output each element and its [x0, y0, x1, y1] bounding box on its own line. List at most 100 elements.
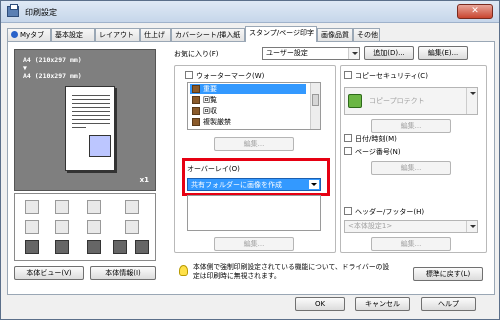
chevron-down-icon [466, 221, 477, 232]
header-footer-select[interactable]: <本体設定1> [344, 220, 478, 233]
tray-icon [25, 200, 39, 214]
tab-finishing[interactable]: 仕上げ [140, 28, 171, 41]
text-line [72, 115, 110, 116]
watermark-edit-button[interactable]: 編集... [214, 137, 294, 151]
printer-view-button[interactable]: 本体ビュー(V) [14, 266, 84, 280]
date-time-label: 日付/時刻(M) [355, 135, 397, 143]
tab-basic[interactable]: 基本設定 [51, 28, 95, 41]
booklet-icon [125, 220, 139, 234]
overlay-preview-box [89, 135, 111, 157]
window-title: 印刷設定 [25, 8, 57, 17]
list-item[interactable]: 回覧 [190, 95, 306, 105]
tab-cover-sheet[interactable]: カバーシート/挿入紙 [171, 28, 245, 41]
list-item[interactable]: 回収 [190, 106, 306, 116]
finisher-icon [55, 200, 69, 214]
page-number-edit-button[interactable]: 編集... [371, 161, 451, 175]
header-footer-label: ヘッダー/フッター(H) [355, 208, 425, 216]
help-button[interactable]: ヘルプ [421, 297, 476, 311]
overlay-label: オーバーレイ(O) [187, 165, 240, 173]
restore-defaults-button[interactable]: 標準に戻す(L) [413, 267, 483, 281]
text-line [72, 107, 110, 108]
text-line [72, 95, 110, 96]
print-settings-window: 印刷設定 ✕ Myタブ 基本設定 レイアウト 仕上げ カバーシート/挿入紙 スタ… [0, 0, 500, 320]
punch-icon [87, 220, 101, 234]
list-item-label: 回覧 [203, 96, 217, 104]
date-time-checkbox[interactable] [344, 134, 352, 142]
chevron-down-icon [466, 88, 477, 114]
tab-label: Myタブ [20, 31, 45, 39]
header-footer-edit-button[interactable]: 編集... [371, 237, 451, 251]
list-item-label: 回収 [203, 107, 217, 115]
stamp-icon [192, 96, 200, 104]
favorites-select[interactable]: ユーザー設定 [262, 47, 360, 60]
watermark-list[interactable]: 重要 回覧 回収 複製厳禁 [187, 82, 321, 130]
paper-icon [25, 220, 39, 234]
security-icon [135, 240, 149, 254]
lightbulb-icon [179, 265, 188, 276]
text-line [72, 119, 110, 120]
account-icon [87, 240, 101, 254]
text-line [72, 123, 110, 124]
preview-copies: x1 [139, 176, 149, 184]
copy-security-label: コピーセキュリティ(C) [355, 72, 428, 80]
overlay-value: 共有フォルダーに画像を作成 [191, 181, 282, 189]
list-item-label: 重要 [203, 85, 217, 93]
copy-security-value: コピープロテクト [369, 97, 425, 105]
chevron-down-icon [309, 180, 319, 189]
watermark-label: ウォーターマーク(W) [196, 72, 265, 80]
info-message: 本体側で強制印刷設定されている機能について、ドライバーの設定は印刷時に無視されま… [193, 263, 390, 280]
page-preview: A4 (210x297 mm) ▼ A4 (210x297 mm) x1 [14, 49, 156, 191]
stamp-icon [192, 107, 200, 115]
favorites-edit-button[interactable]: 編集(E)... [418, 46, 468, 60]
preview-paper-original: A4 (210x297 mm) [23, 56, 82, 64]
tab-other[interactable]: その他 [353, 28, 380, 41]
tab-icon [11, 31, 18, 38]
copy-protect-icon [348, 94, 362, 108]
tab-image-quality[interactable]: 画像品質 [317, 28, 353, 41]
tab-my-tab[interactable]: Myタブ [7, 28, 51, 41]
page-number-checkbox[interactable] [344, 147, 352, 155]
copy-security-edit-button[interactable]: 編集... [371, 119, 451, 133]
printer-info-button[interactable]: 本体情報(I) [90, 266, 156, 280]
favorites-add-button[interactable]: 追加(D)... [364, 46, 414, 60]
list-item-label: 複製厳禁 [203, 118, 231, 126]
stamp-icon [192, 118, 200, 126]
header-footer-checkbox[interactable] [344, 207, 352, 215]
preview-paper-output: A4 (210x297 mm) [23, 72, 82, 80]
close-button[interactable]: ✕ [457, 4, 493, 19]
hdd-icon [25, 240, 39, 254]
printer-icon [7, 4, 19, 17]
scrollbar-thumb[interactable] [312, 94, 319, 106]
cancel-button[interactable]: キャンセル [355, 297, 410, 311]
overlay-edit-button[interactable]: 編集... [214, 237, 294, 251]
list-scrollbar[interactable] [310, 83, 320, 129]
overlay-select[interactable]: 共有フォルダーに画像を作成 [187, 178, 321, 191]
preview-arrow: ▼ [23, 64, 27, 72]
tab-layout[interactable]: レイアウト [95, 28, 140, 41]
box-icon [113, 240, 127, 254]
header-footer-value: <本体設定1> [348, 222, 393, 230]
copy-security-checkbox[interactable] [344, 71, 352, 79]
favorites-label: お気に入り(F) [174, 50, 219, 58]
ok-button[interactable]: OK [295, 297, 345, 311]
tab-stamp[interactable]: スタンプ/ページ印字 [245, 26, 317, 42]
text-line [72, 127, 86, 128]
stamp-icon [192, 85, 200, 93]
text-line [72, 99, 110, 100]
copy-security-select[interactable]: コピープロテクト [344, 87, 478, 115]
favorites-value: ユーザー設定 [266, 49, 308, 57]
user-auth-icon [55, 240, 69, 254]
watermark-checkbox[interactable] [185, 71, 193, 79]
device-options-panel [14, 193, 156, 261]
list-item[interactable]: 重要 [190, 84, 306, 94]
duplex-icon [87, 200, 101, 214]
stapler-icon [125, 200, 139, 214]
page-number-label: ページ番号(N) [355, 148, 401, 156]
list-item[interactable]: 複製厳禁 [190, 117, 306, 127]
title-bar: 印刷設定 ✕ [1, 1, 499, 23]
text-line [72, 103, 110, 104]
overlay-file-list[interactable] [187, 195, 321, 231]
fold-icon [55, 220, 69, 234]
preview-page [65, 86, 115, 171]
chevron-down-icon [348, 48, 359, 59]
